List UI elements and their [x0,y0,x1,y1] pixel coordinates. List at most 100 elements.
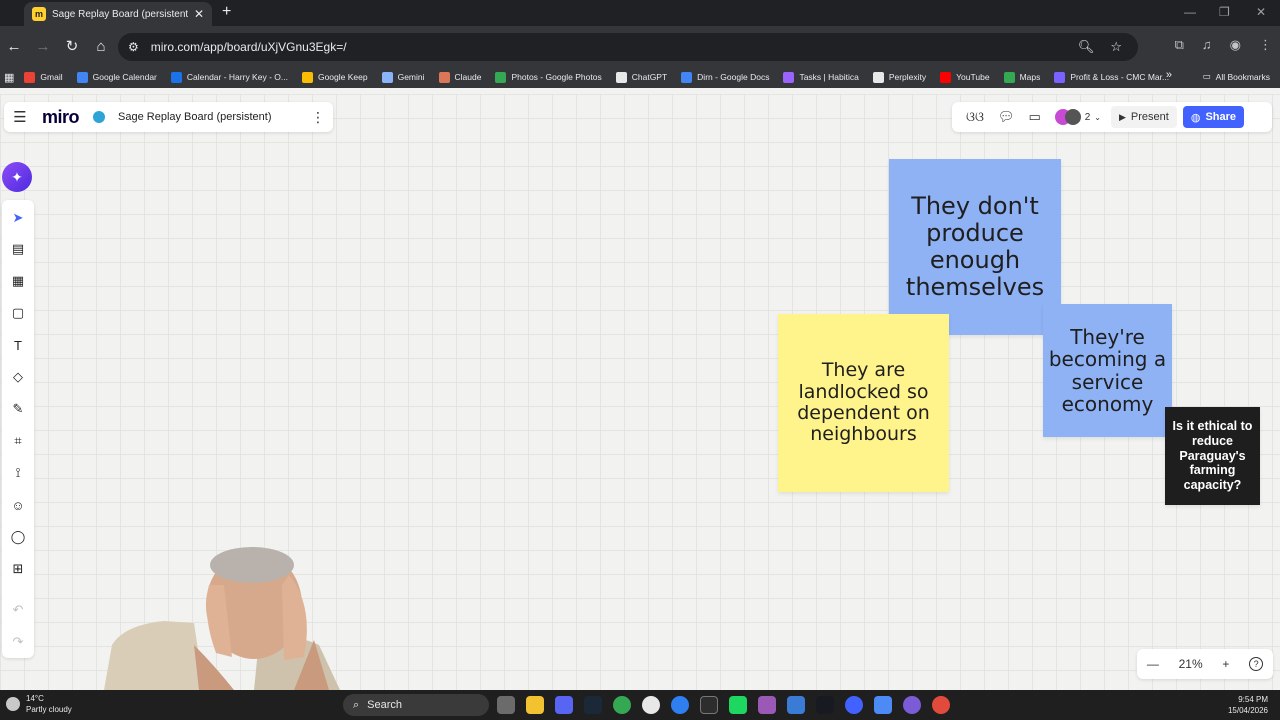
maps-icon [1003,71,1015,83]
browser-menu-icon[interactable]: ⋮ [1259,37,1272,53]
redo-icon[interactable]: ↷ [2,630,34,654]
extensions-icon[interactable]: ⧉ [1175,37,1184,53]
app-icon[interactable] [671,696,689,714]
bookmark-habitica[interactable]: Tasks | Habitica [783,71,859,83]
webcam-overlay [104,547,340,690]
reactions-icon[interactable]: ଓଓ [966,109,984,125]
app-icon[interactable] [845,696,863,714]
chat-icon[interactable]: 💬︎ [998,109,1015,125]
board-options-icon[interactable]: ⋮ [303,109,333,126]
app-icon[interactable] [729,696,747,714]
teams-icon[interactable] [758,696,776,714]
url-text[interactable]: miro.com/app/board/uXjVGnu3Egk=/ [151,40,1078,54]
sticky-note-blue[interactable]: They're becoming a service economy [1043,304,1172,437]
bookmark-google-keep[interactable]: Google Keep [301,71,368,83]
bookmark-google-photos[interactable]: Photos - Google Photos [495,71,602,83]
notepad-icon[interactable] [874,696,892,714]
hamburger-menu-icon[interactable]: ☰ [6,108,34,126]
back-icon[interactable]: ← [0,32,28,60]
more-bookmarks-icon[interactable]: » [1166,69,1172,81]
zoom-level[interactable]: 21% [1179,657,1203,671]
system-clock[interactable]: 9:54 PM 15/04/2026 [1228,694,1268,716]
app-icon[interactable] [642,696,660,714]
profile-icon[interactable]: ◉ [1230,37,1241,53]
bookmark-maps[interactable]: Maps [1003,71,1040,83]
text-tool-icon[interactable]: T [2,333,34,357]
shapes-icon[interactable]: ◇ [2,365,34,389]
sticky-note-question[interactable]: Is it ethical to reduce Paraguay's farmi… [1165,407,1260,505]
frames-layout-icon[interactable]: ▦ [2,269,34,293]
bookmark-youtube[interactable]: YouTube [940,71,990,83]
bookmark-star-icon[interactable]: ☆ [1110,39,1122,55]
site-info-icon[interactable]: ⚙ [128,40,139,54]
maximize-icon[interactable]: ❐ [1219,5,1230,19]
avatar [1064,109,1081,125]
sticky-note-blue[interactable]: They don't produce enough themselves [889,159,1061,335]
bookmark-calendar-harry-key[interactable]: Calendar - Harry Key - O... [170,71,288,83]
bookmark-dirn-docs[interactable]: Dirn - Google Docs [681,71,769,83]
chrome-icon[interactable] [613,696,631,714]
terminal-icon[interactable] [700,696,718,714]
discord-icon[interactable] [555,696,573,714]
new-tab-button[interactable]: + [222,3,231,21]
collaborators[interactable]: 2 ⌄ [1054,109,1101,125]
bookmark-claude[interactable]: Claude [438,71,481,83]
board-header: ☰ miro Sage Replay Board (persistent) ⋮ [4,102,333,132]
bookmark-chatgpt[interactable]: ChatGPT [615,71,667,83]
share-button[interactable]: ◍ Share [1182,106,1245,128]
miro-logo[interactable]: miro [42,107,80,128]
emoji-stamp-icon[interactable]: ☺ [2,493,34,517]
select-tool-icon[interactable]: ➤ [2,206,34,230]
board-title[interactable]: Sage Replay Board (persistent) [118,111,303,123]
taskbar-search[interactable]: ⌕ Search [343,694,489,716]
connectors-icon[interactable]: ⟟ [2,461,34,485]
active-chrome-icon[interactable] [932,696,950,714]
zoom-in-icon[interactable]: + [1222,657,1229,671]
bookmark-gemini[interactable]: Gemini [381,71,425,83]
frame-tool-icon[interactable]: ⌗ [2,429,34,453]
app-icon[interactable] [903,696,921,714]
bookmark-profit-loss[interactable]: Profit & Loss - CMC Mar... [1054,71,1169,83]
sticky-note-yellow[interactable]: They are landlocked so dependent on neig… [778,314,949,492]
folder-icon: ▭ [1202,71,1211,81]
comment-icon[interactable]: ◯ [2,525,34,549]
home-icon[interactable]: ⌂ [87,32,115,60]
bookmark-perplexity[interactable]: Perplexity [872,71,926,83]
address-bar: ← → ↻ ⌂ ⚙ miro.com/app/board/uXjVGnu3Egk… [0,26,1280,66]
sticky-note-icon[interactable]: ▢ [2,301,34,325]
weather-widget[interactable]: 14°C Partly cloudy [6,693,72,715]
video-call-icon[interactable]: ▭ [1028,109,1040,125]
close-tab-icon[interactable]: ✕ [194,7,204,21]
forward-icon[interactable]: → [29,32,57,60]
steam-icon[interactable] [584,696,602,714]
omnibox[interactable]: ⚙ miro.com/app/board/uXjVGnu3Egk=/ 🔍︎ ☆ [118,33,1138,61]
pen-icon[interactable]: ✎ [2,397,34,421]
steam-icon[interactable] [816,696,834,714]
apps-grid-icon[interactable]: ▦ [4,71,14,84]
file-explorer-icon[interactable] [526,696,544,714]
all-bookmarks-button[interactable]: ▭ All Bookmarks [1203,71,1270,82]
browser-tab[interactable]: m Sage Replay Board (persistent) - Miro … [24,2,212,26]
more-apps-icon[interactable]: ⊞ [2,557,34,581]
zoom-out-icon[interactable]: — [1147,657,1159,671]
task-view-icon[interactable] [497,696,515,714]
minimize-icon[interactable]: — [1184,5,1196,19]
zoom-controls: — 21% + ? [1137,649,1273,679]
media-icon[interactable]: ♫ [1202,37,1212,53]
chevron-down-icon: ⌄ [1094,112,1101,122]
weather-temp: 14°C [26,694,44,703]
close-window-icon[interactable]: ✕ [1256,5,1266,19]
ai-assistant-icon[interactable]: ✦ [2,162,32,192]
chatgpt-icon [615,71,627,83]
bookmark-google-calendar[interactable]: Google Calendar [76,71,157,83]
bookmark-gmail[interactable]: Gmail [24,71,63,83]
reload-icon[interactable]: ↻ [58,32,86,60]
photos-app-icon[interactable] [787,696,805,714]
help-icon[interactable]: ? [1249,657,1264,671]
present-button[interactable]: ▶ Present [1111,106,1177,128]
templates-icon[interactable]: ▤ [2,237,34,261]
zoom-search-icon[interactable]: 🔍︎ [1078,39,1095,55]
docs-icon [681,71,693,83]
undo-icon[interactable]: ↶ [2,598,34,622]
globe-icon[interactable] [93,111,106,123]
